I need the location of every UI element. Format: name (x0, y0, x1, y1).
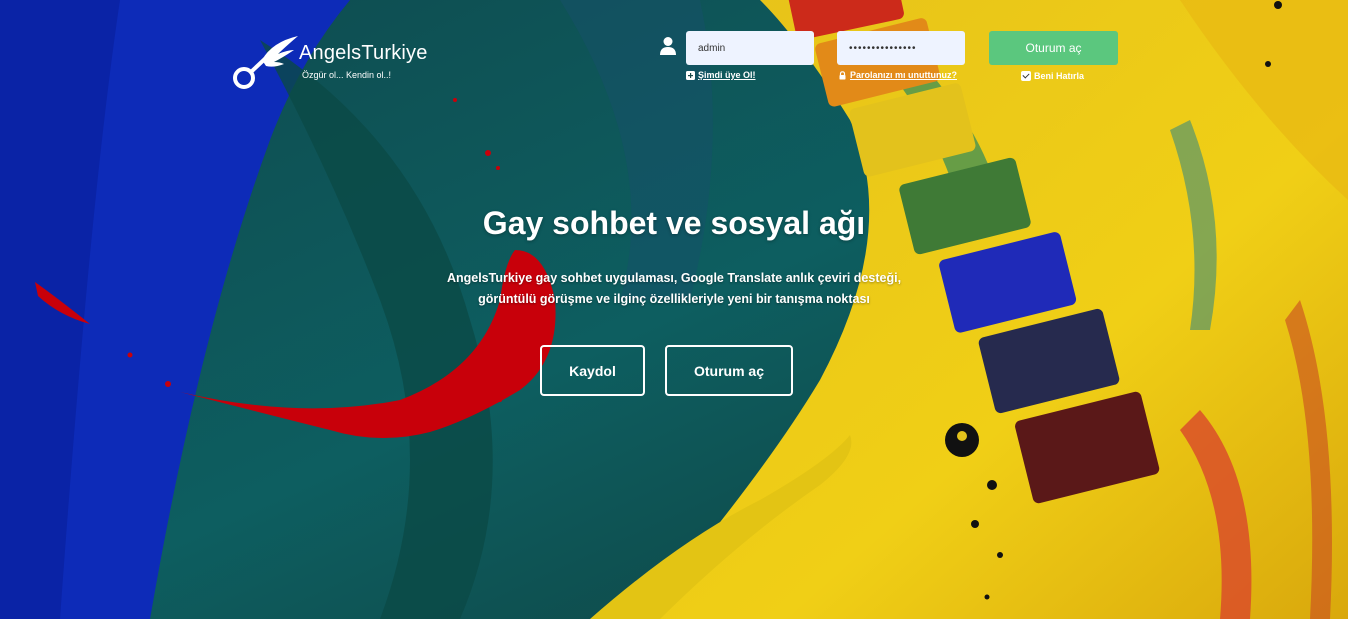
register-button[interactable]: Kaydol (540, 345, 645, 396)
hero-description: AngelsTurkiye gay sohbet uygulaması, Goo… (424, 268, 924, 310)
remember-me[interactable]: Beni Hatırla (1021, 71, 1084, 81)
brand-logo[interactable]: AngelsTurkiye Özgür ol... Kendin ol..! (232, 34, 452, 94)
forgot-password-label: Parolanızı mı unuttunuz? (850, 70, 957, 80)
signup-link-label: Şimdi üye Ol! (698, 70, 756, 80)
hero-login-button[interactable]: Oturum aç (665, 345, 793, 396)
hero-title: Gay sohbet ve sosyal ağı (482, 205, 866, 241)
brand-name: AngelsTurkiye (299, 42, 428, 64)
signup-link[interactable]: Şimdi üye Ol! (686, 70, 756, 80)
winged-key-logo-icon (233, 36, 298, 89)
lock-icon (839, 70, 846, 79)
username-input[interactable] (686, 31, 814, 65)
user-icon (660, 37, 676, 55)
plus-square-icon (686, 70, 695, 80)
header-login-button[interactable]: Oturum aç (989, 31, 1118, 65)
remember-me-label: Beni Hatırla (1034, 71, 1085, 81)
checkbox-icon[interactable] (1021, 71, 1031, 81)
brand-tagline: Özgür ol... Kendin ol..! (302, 70, 392, 80)
hero-description-line-2: görüntülü görüşme ve ilginç özellikleriy… (478, 292, 870, 306)
password-input[interactable] (837, 31, 965, 65)
hero-description-line-1: AngelsTurkiye gay sohbet uygulaması, Goo… (446, 271, 902, 285)
forgot-password-link[interactable]: Parolanızı mı unuttunuz? (838, 70, 957, 80)
